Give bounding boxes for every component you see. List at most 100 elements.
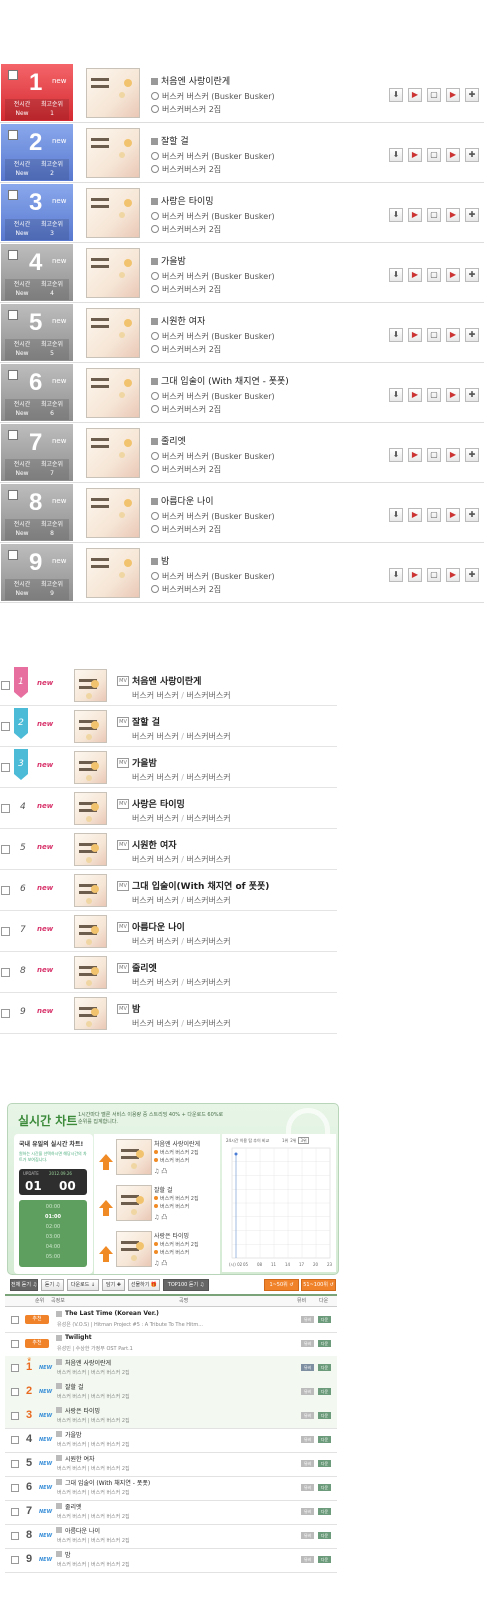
- artist-line[interactable]: 버스커 버스커 (Busker Busker): [151, 151, 275, 162]
- row-checkbox[interactable]: [11, 1436, 19, 1444]
- row-checkbox[interactable]: [8, 130, 18, 140]
- toolbar-button[interactable]: 담기 ✚: [102, 1279, 125, 1291]
- mv-button[interactable]: 뮤비: [301, 1508, 314, 1515]
- add-to-playlist-icon[interactable]: ▶: [446, 268, 460, 282]
- artist-album[interactable]: 버스커 버스커 | 버스커 버스커 2집: [57, 1561, 130, 1568]
- song-title[interactable]: 그대 입술이(With 채지연 of 폿폿): [132, 879, 269, 892]
- song-info-icon[interactable]: [56, 1527, 62, 1533]
- toolbar-button[interactable]: TOP100 듣기 ♫: [163, 1279, 209, 1291]
- row-checkbox[interactable]: [8, 490, 18, 500]
- download-button[interactable]: 다운: [318, 1340, 331, 1347]
- plus-icon[interactable]: ✚: [465, 208, 479, 222]
- album-name[interactable]: 버스커버스커: [186, 896, 230, 905]
- song-info-icon[interactable]: [56, 1335, 62, 1341]
- album-name[interactable]: 버스커버스커: [186, 978, 230, 987]
- song-title[interactable]: 그대 입술이 (With 채지연 - 폿폿): [151, 374, 289, 387]
- mv-button[interactable]: 뮤비: [301, 1412, 314, 1419]
- download-icon[interactable]: ⬇: [389, 148, 403, 162]
- time-option[interactable]: 04:00: [19, 1244, 87, 1250]
- artist-line[interactable]: 버스커 버스커 (Busker Busker): [151, 211, 275, 222]
- album-line[interactable]: 버스커 버스커: [154, 1203, 189, 1210]
- row-checkbox[interactable]: [1, 1009, 10, 1018]
- song-title[interactable]: 처음엔 사랑이란게: [65, 1358, 111, 1367]
- row-checkbox[interactable]: [1, 804, 10, 813]
- plus-icon[interactable]: ✚: [465, 148, 479, 162]
- row-checkbox[interactable]: [8, 370, 18, 380]
- album-name[interactable]: 버스커버스커: [186, 1019, 230, 1028]
- album-line[interactable]: 버스커버스커 2집: [151, 104, 221, 115]
- row-checkbox[interactable]: [1, 763, 10, 772]
- song-title[interactable]: 줄리엣: [151, 434, 186, 447]
- row-checkbox[interactable]: [1, 927, 10, 936]
- download-icon[interactable]: ⬇: [389, 88, 403, 102]
- song-title[interactable]: 잘할 걸: [132, 715, 160, 728]
- song-title[interactable]: 사랑은 타이밍: [151, 194, 214, 207]
- row-checkbox[interactable]: [1, 968, 10, 977]
- add-to-playlist-icon[interactable]: ▶: [446, 208, 460, 222]
- artist-album[interactable]: 유성은 (V.O.S) | Hitman Project #5 : A Trib…: [57, 1321, 203, 1328]
- artist-name[interactable]: 버스커 버스커: [132, 814, 179, 823]
- album-name[interactable]: 버스커버스커: [186, 937, 230, 946]
- download-icon[interactable]: ⬇: [389, 268, 403, 282]
- album-cover[interactable]: [74, 792, 107, 825]
- row-checkbox[interactable]: [8, 550, 18, 560]
- download-icon[interactable]: ⬇: [389, 568, 403, 582]
- row-checkbox[interactable]: [1, 845, 10, 854]
- song-title[interactable]: 아름다운 나이: [132, 920, 185, 933]
- mv-button[interactable]: 뮤비: [301, 1532, 314, 1539]
- song-info-icon[interactable]: [56, 1455, 62, 1461]
- add-to-playlist-icon[interactable]: ▶: [446, 448, 460, 462]
- album-cover[interactable]: [74, 874, 107, 907]
- plus-icon[interactable]: ✚: [465, 328, 479, 342]
- row-checkbox[interactable]: [11, 1412, 19, 1420]
- row-checkbox[interactable]: [11, 1340, 19, 1348]
- album-cover[interactable]: [86, 548, 140, 598]
- song-title[interactable]: The Last Time (Korean Ver.): [65, 1310, 159, 1317]
- song-title[interactable]: 사랑은 타이밍: [154, 1231, 189, 1240]
- video-icon[interactable]: ▢: [427, 388, 441, 402]
- mv-button[interactable]: 뮤비: [301, 1364, 314, 1371]
- video-icon[interactable]: ▢: [427, 268, 441, 282]
- row-checkbox[interactable]: [1, 681, 10, 690]
- album-cover[interactable]: [74, 915, 107, 948]
- song-title[interactable]: 시원한 여자: [151, 314, 205, 327]
- album-name[interactable]: 버스커버스커: [186, 773, 230, 782]
- song-info-icon[interactable]: [56, 1311, 62, 1317]
- song-title[interactable]: 잘할 걸: [151, 134, 189, 147]
- song-title[interactable]: 사랑은 타이밍: [132, 797, 185, 810]
- add-to-playlist-icon[interactable]: ▶: [446, 388, 460, 402]
- artist-line[interactable]: 버스커 버스커 2집: [154, 1195, 199, 1202]
- artist-name[interactable]: 버스커 버스커: [132, 732, 179, 741]
- song-title[interactable]: 가을밤: [151, 254, 186, 267]
- row-checkbox[interactable]: [11, 1532, 19, 1540]
- artist-name[interactable]: 버스커 버스커: [132, 773, 179, 782]
- album-line[interactable]: 버스커버스커 2집: [151, 584, 221, 595]
- mv-button[interactable]: 뮤비: [301, 1556, 314, 1563]
- time-list[interactable]: 00:00 01:00 02:00 03:00 04:00 05:00: [19, 1200, 87, 1267]
- page-range-button[interactable]: 51~100위 ↺: [301, 1279, 336, 1291]
- download-button[interactable]: 다운: [318, 1484, 331, 1491]
- artist-line[interactable]: 버스커 버스커 (Busker Busker): [151, 511, 275, 522]
- row-checkbox[interactable]: [11, 1316, 19, 1324]
- album-name[interactable]: 버스커버스커: [186, 691, 230, 700]
- data-point[interactable]: [234, 1152, 238, 1156]
- artist-line[interactable]: 버스커 버스커 (Busker Busker): [151, 91, 275, 102]
- artist-album[interactable]: 버스커 버스커 | 버스커 버스커 2집: [57, 1369, 130, 1376]
- album-cover[interactable]: [86, 128, 140, 178]
- plus-icon[interactable]: ✚: [465, 88, 479, 102]
- mv-icon[interactable]: MV: [117, 676, 129, 686]
- song-info-icon[interactable]: [56, 1359, 62, 1365]
- time-option[interactable]: 03:00: [19, 1234, 87, 1240]
- plus-icon[interactable]: ✚: [465, 268, 479, 282]
- video-icon[interactable]: ▢: [427, 328, 441, 342]
- album-cover[interactable]: [74, 669, 107, 702]
- song-title[interactable]: 처음엔 사랑이란게: [151, 74, 230, 87]
- album-cover[interactable]: [86, 428, 140, 478]
- song-title[interactable]: 아름다운 나이: [151, 494, 214, 507]
- song-title[interactable]: 밤: [132, 1002, 140, 1015]
- mv-icon[interactable]: MV: [117, 717, 129, 727]
- album-name[interactable]: 버스커버스커: [186, 732, 230, 741]
- album-line[interactable]: 버스커버스커 2집: [151, 404, 221, 415]
- artist-line[interactable]: 버스커 버스커 (Busker Busker): [151, 571, 275, 582]
- song-info-icon[interactable]: [56, 1383, 62, 1389]
